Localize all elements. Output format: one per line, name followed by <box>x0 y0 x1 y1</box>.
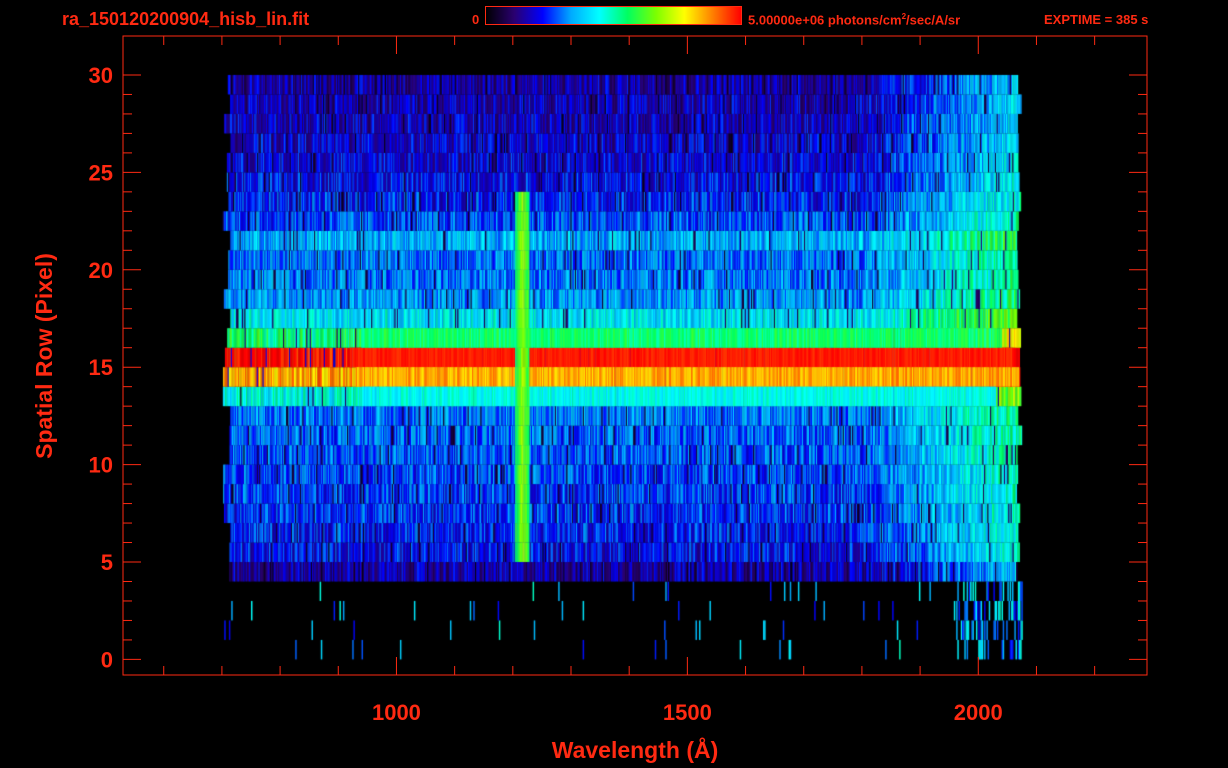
y-tick-label: 30 <box>89 63 113 88</box>
y-tick-label: 0 <box>101 647 113 672</box>
spectrogram-chart: 1000 1500 2000051015202530 Wavelength (Å) … <box>31 35 1148 763</box>
x-tick-label: 1500 <box>663 700 712 725</box>
heatmap-image <box>123 36 1147 675</box>
y-tick-label: 10 <box>89 453 113 478</box>
heatmap-raster <box>123 36 1147 675</box>
y-tick-label: 15 <box>89 355 113 380</box>
x-tick-label: 1000 <box>372 700 421 725</box>
y-tick-label: 20 <box>89 258 113 283</box>
x-tick-label: 2000 <box>954 700 1003 725</box>
x-axis-label: Wavelength (Å) <box>552 736 719 763</box>
y-axis-label: Spatial Row (Pixel) <box>31 253 57 459</box>
y-tick-label: 5 <box>101 550 113 575</box>
y-tick-label: 25 <box>89 160 113 185</box>
